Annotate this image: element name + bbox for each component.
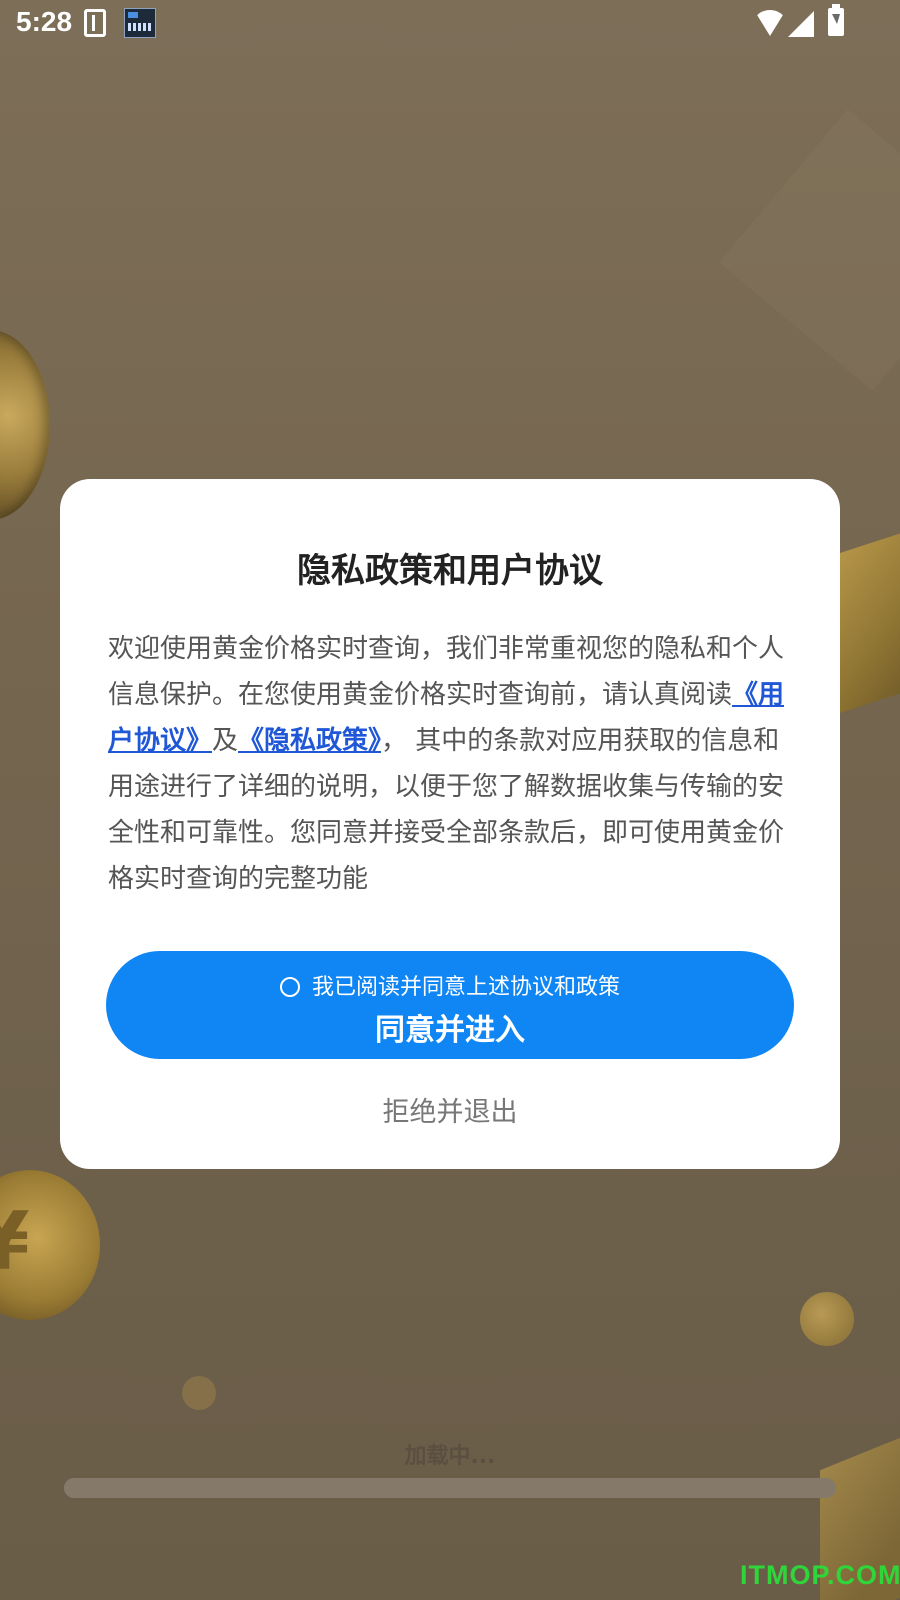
loading-progress-bar <box>64 1478 836 1498</box>
gold-coin-image <box>0 330 50 520</box>
and-text: 及 <box>212 726 239 756</box>
radio-unchecked-icon[interactable] <box>279 977 300 997</box>
agree-and-enter-button[interactable]: 我已阅读并同意上述协议和政策 同意并进入 <box>106 951 794 1059</box>
dialog-title: 隐私政策和用户协议 <box>297 551 603 591</box>
splash-screen: ¥ 5:28 隐私政策和用户协议 欢迎使用黄金价格实时查询，我们非常重视您的隐私… <box>0 0 900 1600</box>
small-coin-image <box>182 1376 216 1410</box>
status-time: 5:28 <box>16 6 73 37</box>
status-bar: 5:28 <box>0 0 900 48</box>
battery-charging-icon <box>828 4 844 36</box>
agree-button-label: 同意并进入 <box>375 1013 525 1048</box>
wifi-icon <box>754 10 786 36</box>
agree-checkbox[interactable]: 我已阅读并同意上述协议和政策 <box>106 969 794 1001</box>
body-intro: 欢迎使用黄金价格实时查询，我们非常重视您的隐私和个人信息保护。在您使用黄金价格实… <box>108 634 785 710</box>
gold-coin-image-right <box>800 1292 854 1346</box>
watermark-text: ITMOP.COM <box>740 1560 900 1590</box>
notification-app-icon <box>124 8 156 38</box>
yen-coin-image: ¥ <box>0 1170 100 1320</box>
agree-checkbox-label: 我已阅读并同意上述协议和政策 <box>311 975 620 1000</box>
signal-icon <box>788 11 814 37</box>
dialog-body-text: 欢迎使用黄金价格实时查询，我们非常重视您的隐私和个人信息保护。在您使用黄金价格实… <box>108 626 798 902</box>
background-decoration <box>719 109 900 391</box>
privacy-policy-link[interactable]: 《隐私政策》 <box>238 726 381 756</box>
loading-text: 加载中... <box>404 1444 496 1469</box>
reject-and-exit-button[interactable]: 拒绝并退出 <box>300 1090 600 1129</box>
sim-card-icon <box>84 9 106 37</box>
